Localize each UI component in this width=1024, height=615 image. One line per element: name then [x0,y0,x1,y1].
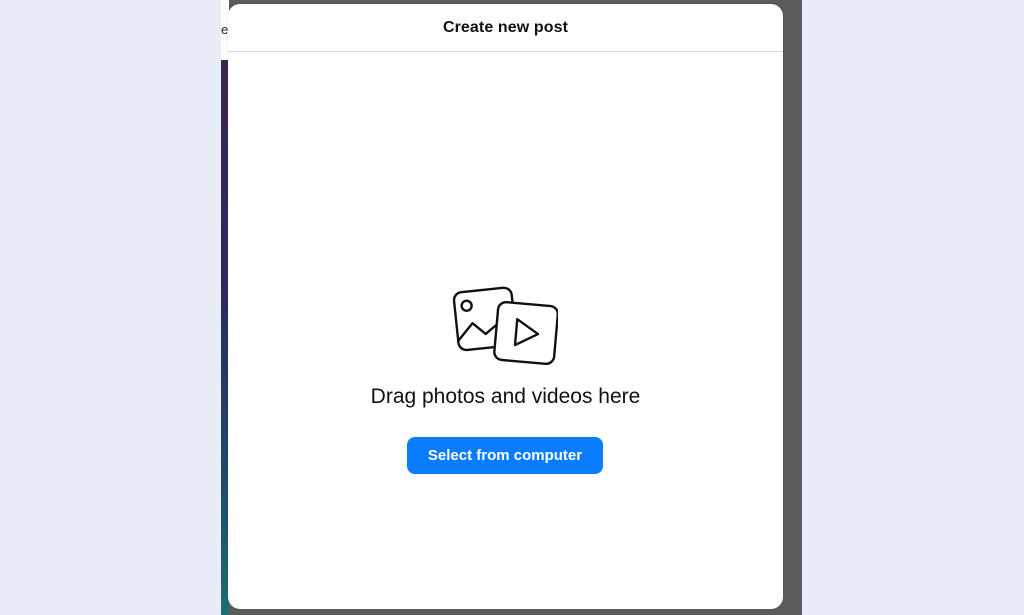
select-from-computer-button[interactable]: Select from computer [407,437,603,474]
photo-video-icon [452,286,558,366]
modal-title: Create new post [442,18,569,36]
drag-instructions: Drag photos and videos here [370,385,641,408]
modal-body[interactable]: Drag photos and videos here Select from … [228,52,783,609]
page: e Create new post Drag photos and videos… [0,0,1024,615]
modal-header: Create new post [228,4,783,52]
create-post-modal: Create new post Drag photos and videos h… [228,4,783,609]
